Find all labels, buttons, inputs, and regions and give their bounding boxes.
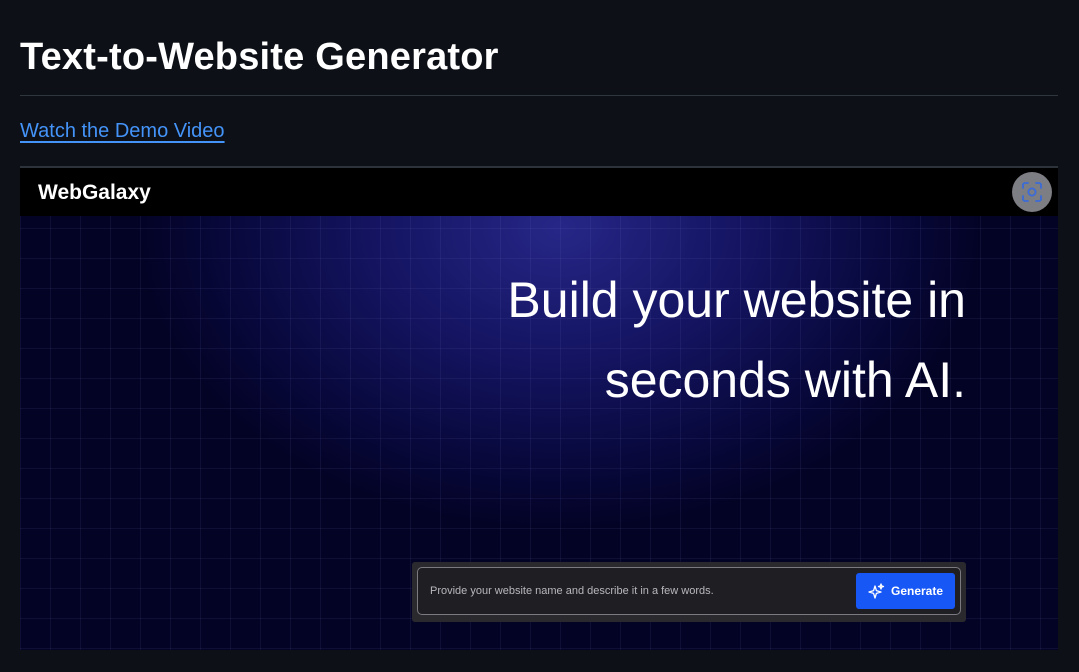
screenshot-capture-icon [1022, 182, 1042, 202]
sparkles-icon [868, 582, 885, 599]
brand-logo: WebGalaxy [38, 181, 151, 204]
readme-page: Text-to-Website Generator Watch the Demo… [0, 0, 1079, 672]
generate-button[interactable]: Generate [856, 573, 955, 609]
title-divider [20, 95, 1058, 96]
website-description-input[interactable] [424, 574, 856, 608]
preview-header: WebGalaxy [20, 168, 1058, 216]
headline-line-1: Build your website in [507, 272, 966, 328]
demo-video-link[interactable]: Watch the Demo Video [20, 120, 225, 143]
hero-headline: Build your website in seconds with AI. [507, 260, 966, 420]
headline-line-2: seconds with AI. [604, 352, 966, 408]
generate-button-label: Generate [890, 584, 944, 598]
screenshot-capture-button[interactable] [1012, 172, 1052, 212]
prompt-box: Generate [417, 567, 961, 615]
demo-preview-image: WebGalaxy Build your website in seconds … [20, 166, 1058, 650]
page-title: Text-to-Website Generator [20, 36, 499, 78]
prompt-panel: Generate [412, 562, 966, 622]
